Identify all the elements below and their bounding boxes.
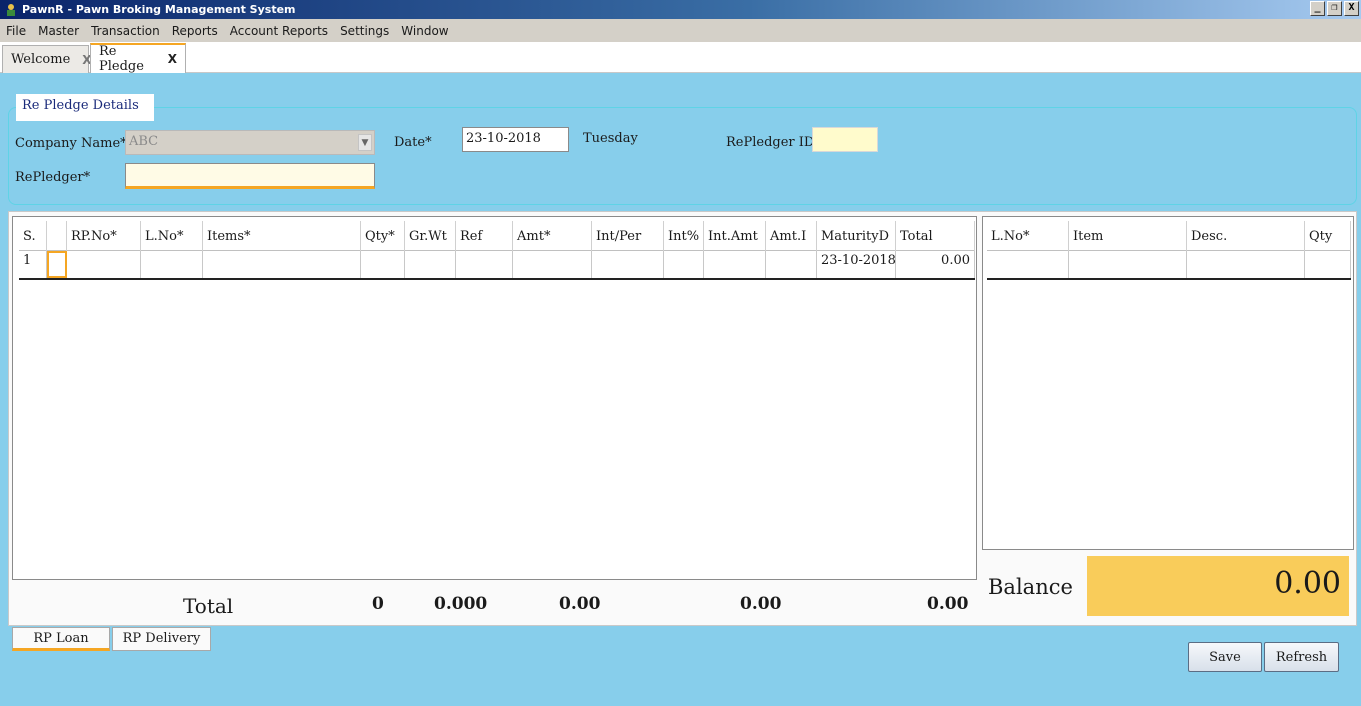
col-int-pct[interactable]: Int% (664, 221, 704, 251)
menu-transaction[interactable]: Transaction (85, 24, 166, 38)
date-label: Date* (394, 135, 432, 150)
company-name-label: Company Name* (15, 136, 127, 151)
table-row[interactable] (987, 251, 1351, 280)
col-rp-no[interactable]: RP.No* (67, 221, 141, 251)
cell-l-no[interactable] (141, 251, 203, 278)
tab-re-pledge-label: Re Pledge (99, 44, 144, 74)
day-label: Tuesday (583, 131, 638, 146)
total-int-amt: 0.00 (740, 594, 782, 614)
repledger-label: RePledger* (15, 170, 91, 185)
balance-label: Balance (988, 575, 1073, 599)
company-name-value: ABC (129, 134, 159, 149)
cell-int-pct[interactable] (664, 251, 704, 278)
cell-int-amt[interactable] (704, 251, 766, 278)
grid2-header: L.No* Item Desc. Qty (987, 221, 1351, 251)
cell2-desc[interactable] (1187, 251, 1305, 278)
menu-window[interactable]: Window (395, 24, 454, 38)
col-items[interactable]: Items* (203, 221, 361, 251)
total-gr-wt: 0.000 (434, 594, 488, 614)
repledger-id-label: RePledger ID (726, 135, 815, 150)
col-total[interactable]: Total (896, 221, 975, 251)
tab-welcome[interactable]: Welcome X (2, 45, 92, 73)
company-name-combo[interactable]: ABC ▼ (125, 130, 375, 155)
cell-int-per[interactable] (592, 251, 664, 278)
cell-amt-i[interactable] (766, 251, 817, 278)
col-blank[interactable] (47, 221, 67, 251)
item-details-grid[interactable]: L.No* Item Desc. Qty (982, 216, 1354, 550)
save-button[interactable]: Save (1188, 642, 1262, 672)
col-qty[interactable]: Qty* (361, 221, 405, 251)
cell-rp-no[interactable] (67, 251, 141, 278)
col-s[interactable]: S. (19, 221, 47, 251)
col2-desc[interactable]: Desc. (1187, 221, 1305, 251)
app-icon (7, 3, 15, 16)
menu-bar: File Master Transaction Reports Account … (0, 19, 1361, 42)
menu-file[interactable]: File (0, 24, 32, 38)
col-l-no[interactable]: L.No* (141, 221, 203, 251)
repledger-input[interactable] (125, 163, 375, 189)
restore-button[interactable]: ❐ (1327, 1, 1342, 16)
col2-item[interactable]: Item (1069, 221, 1187, 251)
cell-items[interactable] (203, 251, 361, 278)
refresh-button[interactable]: Refresh (1264, 642, 1339, 672)
col2-l-no[interactable]: L.No* (987, 221, 1069, 251)
total-qty: 0 (372, 594, 384, 614)
repledger-id-field[interactable] (812, 127, 878, 152)
title-bar: PawnR - Pawn Broking Management System _… (0, 0, 1361, 19)
col-gr-wt[interactable]: Gr.Wt (405, 221, 456, 251)
menu-master[interactable]: Master (32, 24, 85, 38)
col-int-per[interactable]: Int/Per (592, 221, 664, 251)
cell2-item[interactable] (1069, 251, 1187, 278)
tab-welcome-label: Welcome (11, 52, 71, 67)
menu-account-reports[interactable]: Account Reports (224, 24, 334, 38)
cell-gr-wt[interactable] (405, 251, 456, 278)
tab-re-pledge-close-icon[interactable]: X (168, 52, 177, 66)
cell-maturity-date[interactable]: 23-10-2018 (817, 251, 896, 278)
col2-qty[interactable]: Qty (1305, 221, 1351, 251)
group-caption: Re Pledge Details (16, 94, 154, 121)
balance-value: 0.00 (1087, 556, 1349, 616)
total-amt: 0.00 (559, 594, 601, 614)
col-maturity-date[interactable]: MaturityD (817, 221, 896, 251)
close-button[interactable]: X (1344, 1, 1359, 16)
loan-items-grid[interactable]: S. RP.No* L.No* Items* Qty* Gr.Wt Ref Am… (12, 216, 977, 580)
date-field[interactable]: 23-10-2018 (462, 127, 569, 152)
table-row[interactable]: 1 23-10-2018 0.00 (19, 251, 975, 280)
col-int-amt[interactable]: Int.Amt (704, 221, 766, 251)
tab-re-pledge[interactable]: Re Pledge X (90, 43, 186, 74)
cell-total[interactable]: 0.00 (896, 251, 975, 278)
cell-qty[interactable] (361, 251, 405, 278)
cell2-l-no[interactable] (987, 251, 1069, 278)
tab-rp-delivery[interactable]: RP Delivery (112, 627, 211, 651)
menu-settings[interactable]: Settings (334, 24, 395, 38)
chevron-down-icon[interactable]: ▼ (358, 134, 372, 151)
menu-reports[interactable]: Reports (166, 24, 224, 38)
window-title: PawnR - Pawn Broking Management System (22, 3, 296, 16)
minimize-button[interactable]: _ (1310, 1, 1325, 16)
grid-header: S. RP.No* L.No* Items* Qty* Gr.Wt Ref Am… (19, 221, 975, 251)
document-tabstrip: Welcome X Re Pledge X (0, 42, 1361, 74)
tab-rp-loan[interactable]: RP Loan (12, 627, 110, 651)
cell2-qty[interactable] (1305, 251, 1351, 278)
total-total: 0.00 (927, 594, 969, 614)
cell-amt[interactable] (513, 251, 592, 278)
cell-selector[interactable] (47, 251, 67, 278)
cell-s[interactable]: 1 (19, 251, 47, 278)
cell-ref[interactable] (456, 251, 513, 278)
total-label: Total (183, 594, 234, 618)
re-pledge-details-group (8, 107, 1357, 205)
col-amt[interactable]: Amt* (513, 221, 592, 251)
col-amt-i[interactable]: Amt.I (766, 221, 817, 251)
col-ref[interactable]: Ref (456, 221, 513, 251)
